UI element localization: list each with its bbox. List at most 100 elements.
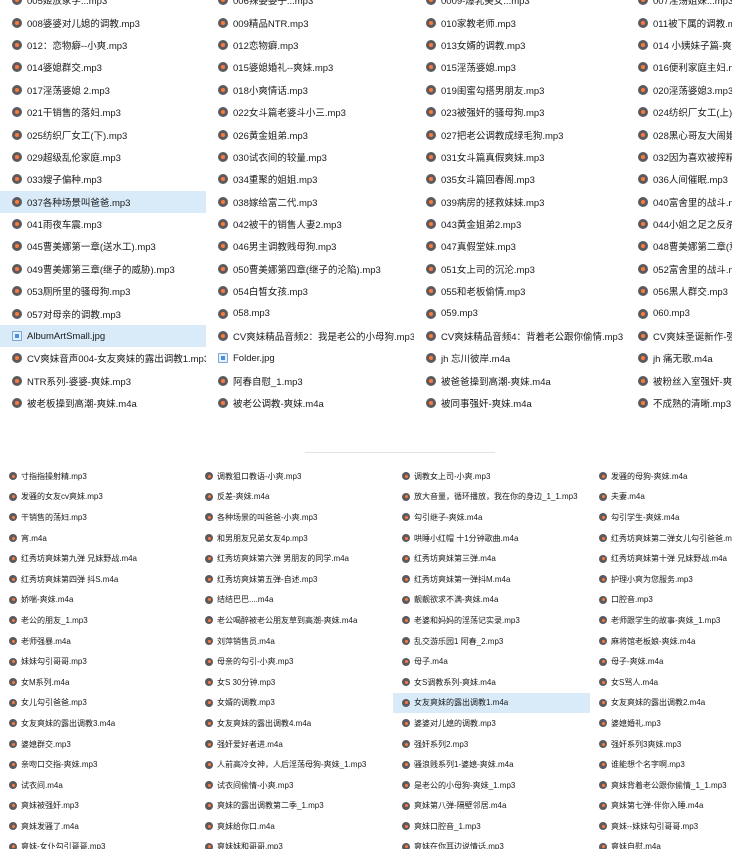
file-item[interactable]: 阿春自慰_1.mp3 xyxy=(206,370,414,392)
file-item[interactable]: 058.mp3 xyxy=(206,302,414,324)
file-item[interactable]: 刘萍销售员.m4a xyxy=(196,631,393,652)
file-item[interactable]: 017淫荡婆媳 2.mp3 xyxy=(0,79,206,101)
file-item[interactable]: 夫妻.m4a xyxy=(590,487,732,508)
file-item[interactable]: 爽妹给你口.m4a xyxy=(196,816,393,837)
file-item[interactable]: 038嫁给富二代.mp3 xyxy=(206,191,414,213)
file-item[interactable]: 勾引继子-爽妹.m4a xyxy=(393,507,590,528)
file-item[interactable]: 被粉丝入室强奸-爽妹.m4a xyxy=(626,370,732,392)
file-item[interactable]: 和男朋友兄弟女友4p.mp3 xyxy=(196,528,393,549)
file-item[interactable]: 老师跟学生的故事-爽妹_1.mp3 xyxy=(590,610,732,631)
file-item[interactable]: 041雨夜车震.mp3 xyxy=(0,213,206,235)
file-item[interactable]: 红秀坊爽妹第三弹.m4a xyxy=(393,548,590,569)
file-item[interactable]: 人前高冷女神，人后淫荡母狗-爽妹_1.mp3 xyxy=(196,754,393,775)
file-item[interactable]: 爽妹--妹妹勾引哥哥.mp3 xyxy=(590,816,732,837)
file-item[interactable]: 女友爽妹的露出调教3.m4a xyxy=(0,713,196,734)
file-item[interactable]: 014婆媳群交.mp3 xyxy=(0,56,206,78)
file-item[interactable]: 试衣间偷情-小爽.mp3 xyxy=(196,775,393,796)
file-item[interactable]: 发骚的女友cv爽妹.mp3 xyxy=(0,487,196,508)
file-item[interactable]: 006辣婆婆子...mp3 xyxy=(206,0,414,11)
file-item[interactable]: jh 痛无歌.m4a xyxy=(626,347,732,369)
file-item[interactable]: 052富舍里的战斗.mp3 xyxy=(626,258,732,280)
file-item[interactable]: 红秀坊爽妹第一弹抖M.m4a xyxy=(393,569,590,590)
file-item[interactable]: 016便利家庭主妇.mp3 xyxy=(626,56,732,78)
file-item[interactable]: 爽妹在你耳边说情话.mp3 xyxy=(393,837,590,849)
file-item[interactable]: 023被强奸的骚母狗.mp3 xyxy=(414,101,626,123)
file-item[interactable]: 女M系列.m4a xyxy=(0,672,196,693)
file-item[interactable]: 033嫂子偏种.mp3 xyxy=(0,168,206,190)
file-item[interactable]: 025纺织厂女工(下).mp3 xyxy=(0,123,206,145)
file-item[interactable]: 049曹美娜第三章(继子的威胁).mp3 xyxy=(0,258,206,280)
file-item[interactable]: 强奸系列3爽妹.mp3 xyxy=(590,734,732,755)
file-item[interactable]: 015淫荡婆媳.mp3 xyxy=(414,56,626,78)
file-item[interactable]: 放大音量，循环播放，我在你的身边_1_1.mp3 xyxy=(393,487,590,508)
file-item[interactable]: 口腔音.mp3 xyxy=(590,590,732,611)
file-item[interactable]: 婆媳群交.mp3 xyxy=(0,734,196,755)
file-item[interactable]: 女婿的调教.mp3 xyxy=(196,693,393,714)
file-item[interactable]: 039病房的拯救妹妹.mp3 xyxy=(414,191,626,213)
file-item[interactable]: 婆媳婚礼.mp3 xyxy=(590,713,732,734)
file-item[interactable]: 026黄金姐弟.mp3 xyxy=(206,123,414,145)
file-item[interactable]: AlbumArtSmall.jpg xyxy=(0,324,206,348)
file-item[interactable]: 爽妹口腔音_1.mp3 xyxy=(393,816,590,837)
file-item[interactable]: jh 忘川彼岸.m4a xyxy=(414,347,626,369)
file-item[interactable]: 调教狙口教语-小爽.mp3 xyxy=(196,466,393,487)
file-item[interactable]: 干销售的荡妇.mp3 xyxy=(0,507,196,528)
file-item[interactable]: 哄睡小红帽 十1分钟歌曲.m4a xyxy=(393,528,590,549)
file-item[interactable]: 红秀坊爽妹第五弹-自述.mp3 xyxy=(196,569,393,590)
file-item[interactable]: 老公的朋友_1.mp3 xyxy=(0,610,196,631)
file-item[interactable]: 048曹美娜第二章(意外的发现).mp3 xyxy=(626,235,732,257)
file-item[interactable]: 谁能想个名字啊.mp3 xyxy=(590,754,732,775)
file-item[interactable]: 宵.m4a xyxy=(0,528,196,549)
file-item[interactable]: 被同事强奸-爽妹.m4a xyxy=(414,392,626,414)
file-item[interactable]: 032因为喜欢被搾精.mp3 xyxy=(626,146,732,168)
file-item[interactable]: 014 小姨妹子篇-爽妹.mp3 xyxy=(626,34,732,56)
file-item[interactable]: 麻将馆老板娘-爽妹.m4a xyxy=(590,631,732,652)
file-item[interactable]: CV爽妹精品音频2：我是老公的小母狗.mp3 xyxy=(206,325,414,347)
file-item[interactable]: 护理小爽为您服务.mp3 xyxy=(590,569,732,590)
file-item[interactable]: 057对母亲的调教.mp3 xyxy=(0,302,206,324)
file-item[interactable]: 034重聚的姐姐.mp3 xyxy=(206,168,414,190)
file-item[interactable]: 036人间催眠.mp3 xyxy=(626,168,732,190)
file-item[interactable]: 强奸爱好者进.m4a xyxy=(196,734,393,755)
file-item[interactable]: 寸指指操射精.mp3 xyxy=(0,466,196,487)
file-item[interactable]: 被爸爸操到高潮-爽妹.m4a xyxy=(414,370,626,392)
file-item[interactable]: 爽妹自慰.m4a xyxy=(590,837,732,849)
file-item[interactable]: 发骚的母狗-爽妹.m4a xyxy=(590,466,732,487)
file-item[interactable]: 被老板操到高潮-爽妹.m4a xyxy=(0,392,206,414)
file-item[interactable]: 037各种场景叫爸爸.mp3 xyxy=(0,190,206,213)
file-item[interactable]: 060.mp3 xyxy=(626,302,732,324)
file-item[interactable]: 红秀坊爽妹第二弹女儿勾引爸爸.m4a xyxy=(590,528,732,549)
file-item[interactable]: 024纺织厂女工(上).mp3 xyxy=(626,101,732,123)
file-item[interactable]: 011被下属的调教.mp3 xyxy=(626,11,732,33)
file-item[interactable]: 是老公的小母狗-爽妹_1.mp3 xyxy=(393,775,590,796)
file-item[interactable]: 046男主调教贱母狗.mp3 xyxy=(206,235,414,257)
file-item[interactable]: 008婆婆对儿媳的调教.mp3 xyxy=(0,11,206,33)
file-item[interactable]: 红秀坊爽妹第六弹 男朋友的同学.m4a xyxy=(196,548,393,569)
file-item[interactable]: 亲吻口交指-爽妹.mp3 xyxy=(0,754,196,775)
file-item[interactable]: 女儿勾引爸爸.mp3 xyxy=(0,693,196,714)
file-item[interactable]: 红秀坊爽妹第九弹 兄妹野战.m4a xyxy=(0,548,196,569)
file-item[interactable]: 005姬放家学...mp3 xyxy=(0,0,206,11)
file-item[interactable]: 042被干的销售人妻2.mp3 xyxy=(206,213,414,235)
file-item[interactable]: 056黑人群交.mp3 xyxy=(626,280,732,302)
file-item[interactable]: 045曹美娜第一章(送水工).mp3 xyxy=(0,235,206,257)
file-item[interactable]: 0009-爆乳美女...mp3 xyxy=(414,0,626,11)
file-item[interactable]: 021干销售的落妇.mp3 xyxy=(0,101,206,123)
file-item[interactable]: 勾引学生-爽妹.m4a xyxy=(590,507,732,528)
file-item[interactable]: 爽妹第八弹-隔壁邻居.m4a xyxy=(393,796,590,817)
file-item[interactable]: 反差-爽妹.m4a xyxy=(196,487,393,508)
file-item[interactable]: 女S骂人.m4a xyxy=(590,672,732,693)
file-item[interactable]: 红秀坊爽妹第十弹 兄妹野战.m4a xyxy=(590,548,732,569)
file-item[interactable]: 009精品NTR.mp3 xyxy=(206,11,414,33)
file-item[interactable]: CV爽妹音声004-女友爽妹的露出调教1.mp3 xyxy=(0,347,206,369)
file-item[interactable]: 059.mp3 xyxy=(414,302,626,324)
file-item[interactable]: 055和老板偷情.mp3 xyxy=(414,280,626,302)
file-item[interactable]: 010家教老师.mp3 xyxy=(414,11,626,33)
file-item[interactable]: 031女斗篇真假爽妹.mp3 xyxy=(414,146,626,168)
file-item[interactable]: 老婆和妈妈的淫荡记实录.mp3 xyxy=(393,610,590,631)
file-item[interactable]: CV爽妹圣诞新作-强奸系列.mp3 xyxy=(626,325,732,347)
file-item[interactable]: 试衣间.m4a xyxy=(0,775,196,796)
file-item[interactable]: 爽妹背着老公跟你偷情_1_1.mp3 xyxy=(590,775,732,796)
file-item[interactable]: 妹妹勾引哥哥.mp3 xyxy=(0,651,196,672)
file-item[interactable]: 女友爽妹的露出调教1.m4a xyxy=(393,692,590,714)
